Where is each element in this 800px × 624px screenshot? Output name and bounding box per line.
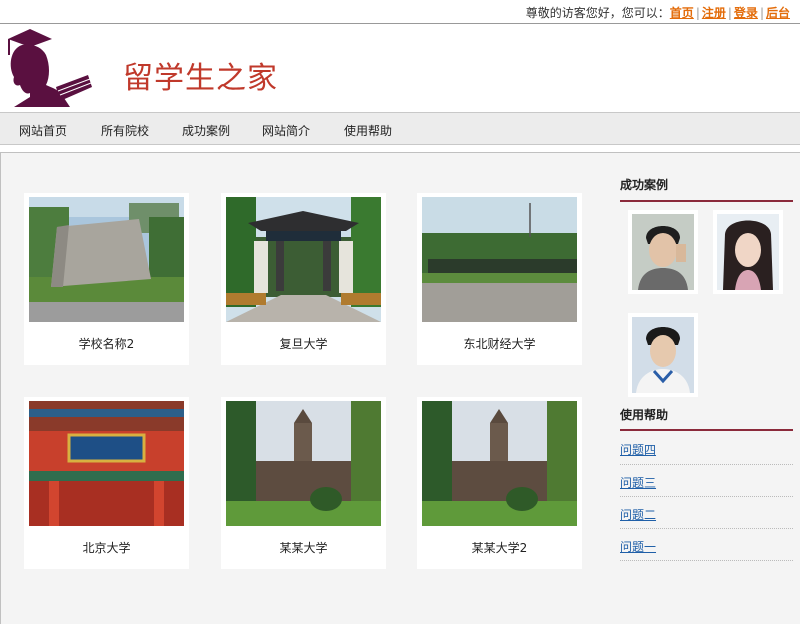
school-name[interactable]: 东北财经大学 (417, 335, 582, 352)
link-register[interactable]: 注册 (702, 6, 726, 20)
case-avatar[interactable] (628, 313, 698, 397)
school-photo-red-gate[interactable] (29, 401, 184, 526)
school-card[interactable]: 东北财经大学 (417, 193, 582, 365)
top-bar: 尊敬的访客您好，您可以：首页 | 注册 | 登录 | 后台 (0, 0, 800, 24)
cases-title: 成功案例 (620, 178, 669, 192)
nav-item-cases[interactable]: 成功案例 (182, 122, 230, 139)
help-item-2[interactable]: 问题二 (620, 506, 656, 523)
school-name[interactable]: 某某大学2 (417, 539, 582, 556)
divider (620, 560, 793, 561)
graduate-logo-icon[interactable] (0, 25, 100, 107)
main-nav: 网站首页 所有院校 成功案例 网站简介 使用帮助 (0, 112, 800, 145)
help-item-4[interactable]: 问题四 (620, 441, 656, 458)
divider (620, 528, 793, 529)
cases-rule (620, 200, 793, 202)
school-photo-gate[interactable] (226, 197, 381, 322)
case-avatar[interactable] (713, 210, 783, 294)
link-admin[interactable]: 后台 (766, 6, 790, 20)
nav-item-about[interactable]: 网站简介 (262, 122, 310, 139)
school-photo-gothic-college[interactable] (226, 401, 381, 526)
help-item-1[interactable]: 问题一 (620, 538, 656, 555)
help-item-3[interactable]: 问题三 (620, 474, 656, 491)
school-photo-campus-plaza[interactable] (422, 197, 577, 322)
student-photo-icon[interactable] (717, 214, 779, 290)
school-name[interactable]: 学校名称2 (24, 335, 189, 352)
site-header: 留学生之家 (0, 25, 800, 112)
visitor-greeting: 尊敬的访客您好，您可以：首页 | 注册 | 登录 | 后台 (525, 6, 790, 20)
help-rule (620, 429, 793, 431)
case-avatar[interactable] (628, 210, 698, 294)
school-photo-gothic-college[interactable] (422, 401, 577, 526)
divider (620, 464, 793, 465)
greeting-text: 尊敬的访客您好，您可以： (525, 6, 670, 20)
school-card[interactable]: 北京大学 (24, 397, 189, 569)
school-photo-stone-monument[interactable] (29, 197, 184, 322)
school-name[interactable]: 北京大学 (24, 539, 189, 556)
divider (620, 496, 793, 497)
link-login[interactable]: 登录 (734, 6, 758, 20)
site-title: 留学生之家 (123, 61, 278, 96)
student-photo-icon[interactable] (632, 214, 694, 290)
nav-item-help[interactable]: 使用帮助 (344, 122, 392, 139)
student-photo-icon[interactable] (632, 317, 694, 393)
link-home[interactable]: 首页 (670, 6, 694, 20)
nav-item-schools[interactable]: 所有院校 (101, 122, 149, 139)
nav-item-home[interactable]: 网站首页 (19, 122, 67, 139)
help-title: 使用帮助 (620, 408, 669, 422)
school-card[interactable]: 学校名称2 (24, 193, 189, 365)
school-card[interactable]: 某某大学2 (417, 397, 582, 569)
school-card[interactable]: 某某大学 (221, 397, 386, 569)
school-name[interactable]: 某某大学 (221, 539, 386, 556)
school-name[interactable]: 复旦大学 (221, 335, 386, 352)
school-card[interactable]: 复旦大学 (221, 193, 386, 365)
